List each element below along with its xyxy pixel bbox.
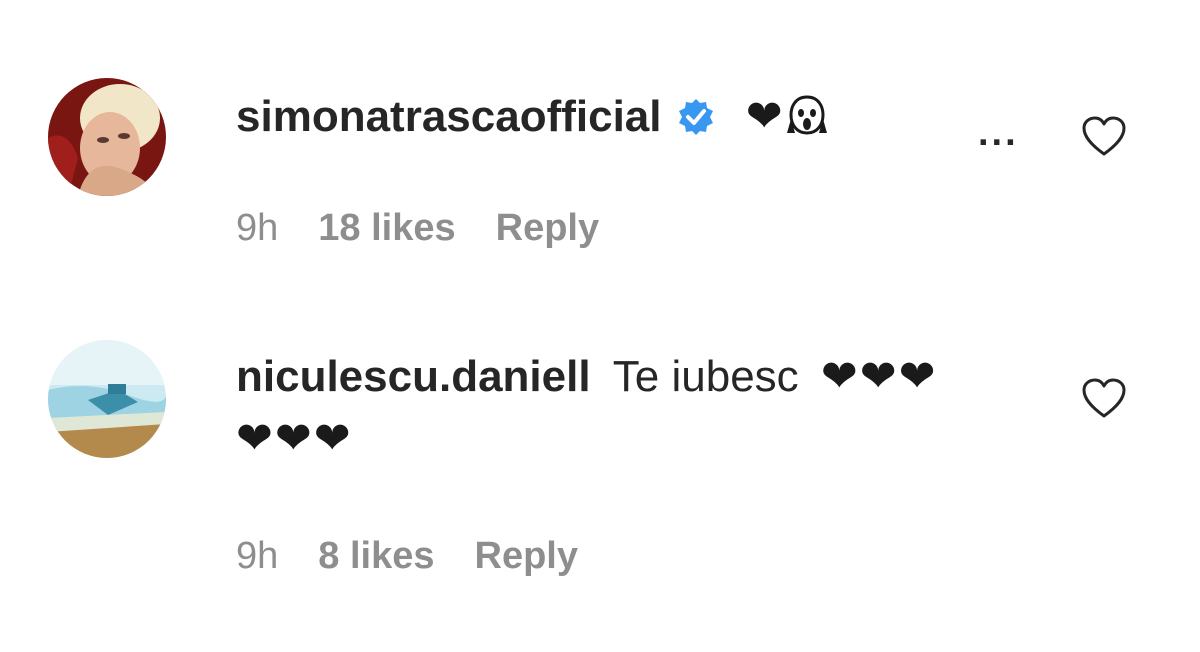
comment-meta: 9h 18 likes Reply bbox=[236, 204, 639, 252]
comment-body: niculescu.daniell Te iubesc ❤❤❤ ❤❤❤ bbox=[236, 346, 1036, 470]
screaming-face-emoji-icon bbox=[785, 92, 829, 136]
comment-username[interactable]: niculescu.daniell bbox=[236, 352, 591, 401]
reply-button[interactable]: Reply bbox=[475, 535, 578, 577]
comment-username[interactable]: simonatrascaofficial bbox=[236, 92, 662, 141]
comment-likes[interactable]: 8 likes bbox=[318, 535, 434, 577]
like-heart-icon[interactable] bbox=[1080, 376, 1128, 420]
comment-time[interactable]: 9h bbox=[236, 535, 278, 577]
comment-likes[interactable]: 18 likes bbox=[318, 207, 455, 249]
avatar-image bbox=[48, 78, 166, 196]
like-heart-icon[interactable] bbox=[1080, 114, 1128, 158]
avatar-image bbox=[48, 340, 166, 458]
reply-button[interactable]: Reply bbox=[496, 207, 599, 249]
comment-time[interactable]: 9h bbox=[236, 207, 278, 249]
heart-emoji: ❤❤❤ bbox=[236, 413, 353, 464]
verified-badge-icon bbox=[676, 92, 716, 135]
comment-body: simonatrascaofficial ❤ bbox=[236, 86, 829, 148]
comment-text: Te iubesc bbox=[612, 352, 799, 401]
comment-meta: 9h 8 likes Reply bbox=[236, 532, 618, 580]
heart-emoji: ❤ bbox=[745, 91, 785, 142]
avatar[interactable] bbox=[48, 340, 166, 458]
heart-emoji: ❤❤❤ bbox=[820, 351, 938, 402]
avatar[interactable] bbox=[48, 78, 166, 196]
more-options-button[interactable]: ... bbox=[978, 112, 1019, 155]
